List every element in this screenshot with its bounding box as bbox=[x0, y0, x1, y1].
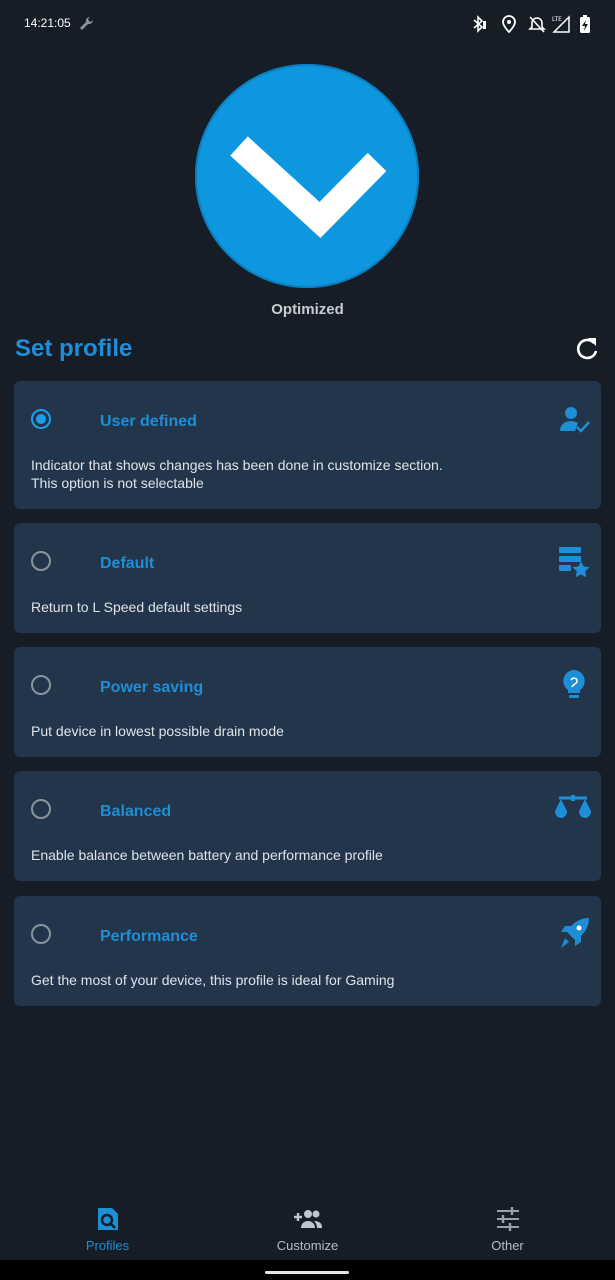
home-gesture-handle[interactable] bbox=[265, 1271, 349, 1274]
profile-description: Put device in lowest possible drain mode bbox=[31, 723, 284, 739]
radio-default[interactable] bbox=[31, 551, 51, 571]
section-title: Set profile bbox=[15, 335, 133, 362]
scale-icon bbox=[555, 795, 591, 818]
lightbulb-icon bbox=[563, 670, 585, 698]
profile-description-line2: This option is not selectable bbox=[31, 475, 204, 491]
radio-power-saving[interactable] bbox=[31, 675, 51, 695]
nav-item-profiles[interactable]: Profiles bbox=[5, 1196, 210, 1260]
app-screen: 14:21:05 LTE Optimized Set profile User … bbox=[0, 0, 615, 1280]
wrench-icon bbox=[80, 16, 94, 30]
nav-label-profiles: Profiles bbox=[85, 1238, 130, 1253]
profile-title: Power saving bbox=[100, 679, 204, 696]
profile-description: Get the most of your device, this profil… bbox=[31, 972, 395, 988]
profile-title: Default bbox=[100, 555, 155, 572]
status-label: Optimized bbox=[271, 301, 344, 318]
profile-description-line1: Indicator that shows changes has been do… bbox=[31, 457, 443, 473]
profile-search-icon bbox=[98, 1208, 118, 1230]
radio-user-defined[interactable] bbox=[31, 409, 51, 429]
profile-description: Enable balance between battery and perfo… bbox=[31, 847, 383, 863]
lte-signal-icon: LTE bbox=[552, 15, 570, 33]
refresh-icon[interactable] bbox=[572, 334, 602, 364]
gesture-bar-area bbox=[0, 1260, 615, 1280]
profile-card-power-saving[interactable]: Power saving Put device in lowest possib… bbox=[14, 647, 601, 757]
bluetooth-icon bbox=[473, 15, 486, 33]
profile-title: Performance bbox=[100, 928, 198, 945]
status-bar: 14:21:05 LTE bbox=[0, 0, 615, 48]
profile-description: Return to L Speed default settings bbox=[31, 599, 243, 615]
list-star-icon bbox=[559, 547, 590, 578]
profile-card-performance[interactable]: Performance Get the most of your device,… bbox=[14, 896, 601, 1006]
rocket-icon bbox=[561, 918, 589, 948]
profile-card-default[interactable]: Default Return to L Speed default settin… bbox=[14, 523, 601, 633]
svg-text:LTE: LTE bbox=[552, 16, 562, 23]
profile-title: Balanced bbox=[100, 803, 172, 820]
status-time: 14:21:05 bbox=[24, 16, 71, 30]
add-people-icon bbox=[294, 1210, 322, 1228]
alarm-off-icon bbox=[528, 16, 546, 33]
location-icon bbox=[502, 15, 516, 34]
profile-description: Indicator that shows changes has been do… bbox=[31, 456, 581, 492]
sliders-icon bbox=[497, 1207, 519, 1231]
battery-charging-icon bbox=[580, 15, 590, 33]
nav-label-other: Other bbox=[491, 1238, 524, 1253]
nav-item-other[interactable]: Other bbox=[405, 1196, 610, 1260]
bottom-nav: Profiles Customize Other bbox=[0, 1196, 615, 1260]
radio-balanced[interactable] bbox=[31, 799, 51, 819]
status-indicator bbox=[195, 64, 419, 288]
nav-label-customize: Customize bbox=[276, 1238, 339, 1253]
radio-performance[interactable] bbox=[31, 924, 51, 944]
profile-card-user-defined[interactable]: User defined Indicator that shows change… bbox=[14, 381, 601, 509]
check-icon bbox=[230, 136, 387, 239]
profile-title: User defined bbox=[100, 413, 197, 430]
nav-item-customize[interactable]: Customize bbox=[205, 1196, 410, 1260]
user-check-icon bbox=[560, 407, 590, 433]
profile-card-balanced[interactable]: Balanced Enable balance between battery … bbox=[14, 771, 601, 881]
